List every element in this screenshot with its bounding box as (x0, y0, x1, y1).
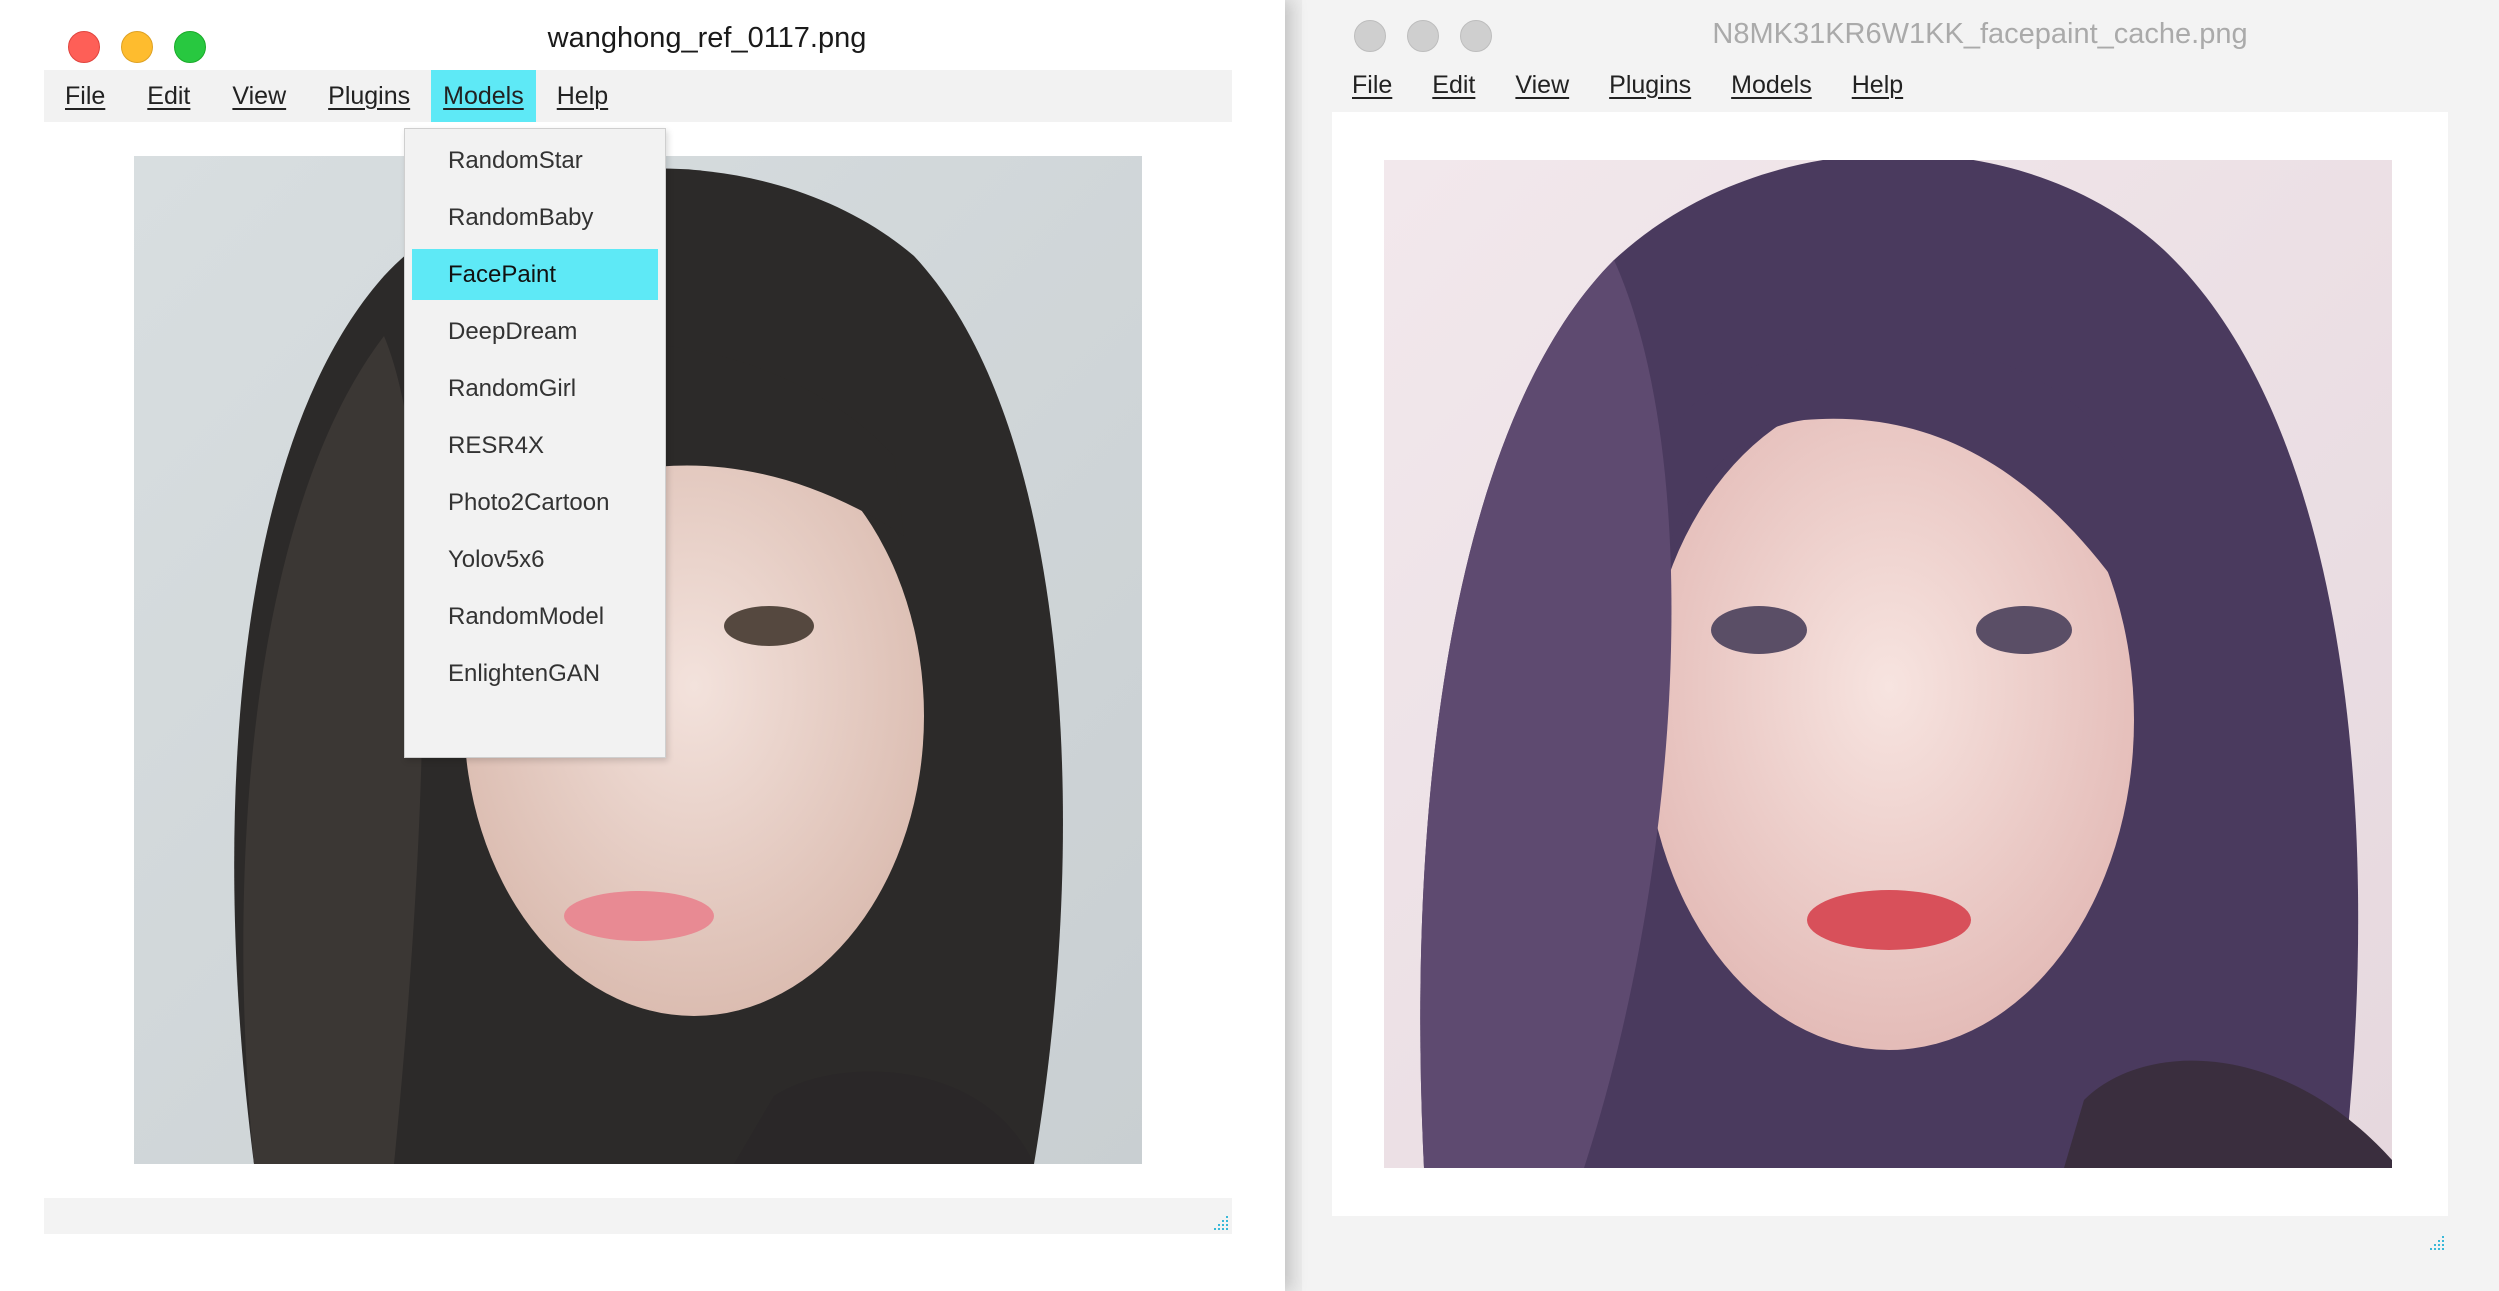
left-menubar: File Edit View Plugins Models Help (44, 70, 1232, 122)
facepaint-result-image (1384, 160, 2392, 1168)
menu-file[interactable]: File (44, 70, 126, 122)
models-item-randomstar[interactable]: RandomStar (412, 135, 658, 186)
right-statusbar (1332, 1218, 2499, 1258)
window-title: wanghong_ref_0117.png (547, 22, 867, 54)
right-menubar: File Edit View Plugins Models Help (1332, 60, 2472, 110)
models-item-photo2cartoon[interactable]: Photo2Cartoon (412, 477, 658, 528)
models-item-randomgirl[interactable]: RandomGirl (412, 363, 658, 414)
resize-grip-icon[interactable] (2428, 1234, 2446, 1252)
menu-plugins[interactable]: Plugins (307, 70, 431, 122)
menu-file[interactable]: File (1332, 60, 1412, 110)
models-item-facepaint[interactable]: FacePaint (412, 249, 658, 300)
resize-grip-icon[interactable] (1212, 1214, 1230, 1232)
menu-models[interactable]: Models (1711, 60, 1832, 110)
left-statusbar (44, 1198, 1232, 1234)
menu-help[interactable]: Help (1832, 60, 1923, 110)
left-titlebar[interactable]: wanghong_ref_0117.png (0, 0, 1285, 70)
models-item-yolov5x6[interactable]: Yolov5x6 (412, 534, 658, 585)
models-item-deepdream[interactable]: DeepDream (412, 306, 658, 357)
window-title: N8MK31KR6W1KK_facepaint_cache.png (1712, 18, 2248, 50)
menu-plugins[interactable]: Plugins (1589, 60, 1711, 110)
menu-view[interactable]: View (1495, 60, 1589, 110)
menu-edit[interactable]: Edit (126, 70, 211, 122)
menu-edit[interactable]: Edit (1412, 60, 1495, 110)
left-window: wanghong_ref_0117.png File Edit View Plu… (0, 0, 1285, 1291)
models-item-randombaby[interactable]: RandomBaby (412, 192, 658, 243)
models-item-randommodel[interactable]: RandomModel (412, 591, 658, 642)
menu-help[interactable]: Help (536, 70, 629, 122)
menu-models[interactable]: Models (431, 70, 536, 122)
models-dropdown-menu: RandomStar RandomBaby FacePaint DeepDrea… (404, 128, 666, 758)
menu-view[interactable]: View (211, 70, 307, 122)
models-item-resr4x[interactable]: RESR4X (412, 420, 658, 471)
right-window: N8MK31KR6W1KK_facepaint_cache.png File E… (1302, 0, 2499, 1291)
models-item-enlightengan[interactable]: EnlightenGAN (412, 648, 658, 699)
